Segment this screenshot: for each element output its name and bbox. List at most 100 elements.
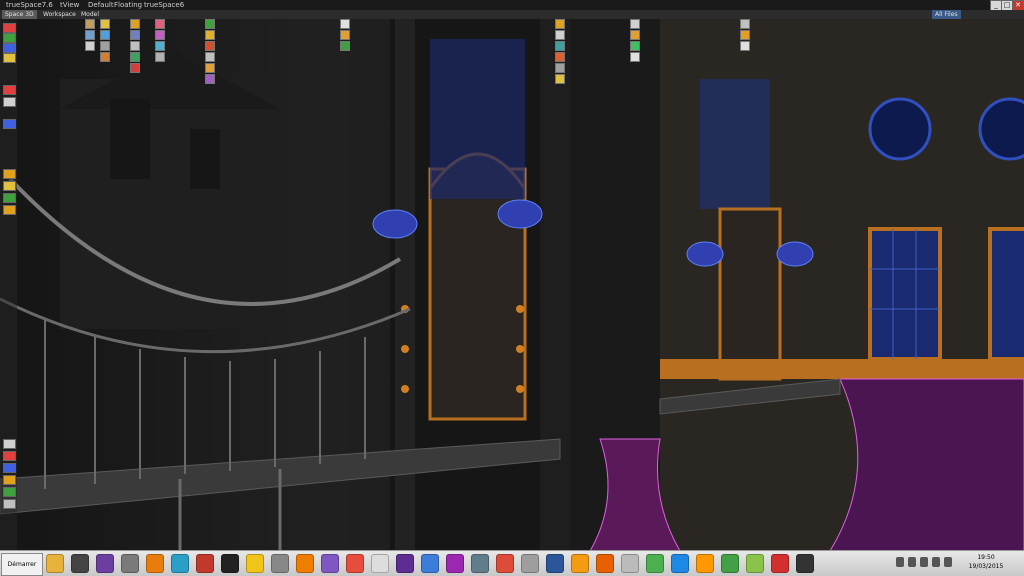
tool-icon[interactable] — [100, 19, 110, 29]
tool-icon[interactable] — [130, 52, 140, 62]
tool-icon[interactable] — [630, 52, 640, 62]
tool-icon[interactable] — [555, 19, 565, 29]
truespace-icon[interactable] — [96, 554, 114, 573]
tool-icon[interactable] — [3, 119, 16, 129]
frog-icon[interactable] — [746, 554, 764, 573]
tool-icon[interactable] — [85, 19, 95, 29]
tool-icon[interactable] — [155, 19, 165, 29]
chrome-icon[interactable] — [496, 554, 514, 573]
tray-icon[interactable] — [908, 557, 916, 567]
menu-tview[interactable]: tView — [56, 0, 79, 10]
network-icon[interactable] — [121, 554, 139, 573]
toolbar-strip-1[interactable] — [85, 19, 96, 52]
tool-icon[interactable] — [555, 41, 565, 51]
tool-icon[interactable] — [555, 74, 565, 84]
tool-icon[interactable] — [130, 19, 140, 29]
tool-icon[interactable] — [3, 499, 16, 509]
tool-icon[interactable] — [85, 41, 95, 51]
bulb-icon[interactable] — [246, 554, 264, 573]
tool-icon[interactable] — [100, 52, 110, 62]
tool-icon[interactable] — [340, 19, 350, 29]
tab-space3d[interactable]: Space 3D — [2, 10, 37, 19]
tool-icon[interactable] — [3, 181, 16, 191]
tool-icon[interactable] — [205, 63, 215, 73]
logo-icon[interactable] — [796, 554, 814, 573]
tool-icon[interactable] — [3, 475, 16, 485]
toolbar-strip-7[interactable] — [555, 19, 566, 85]
tool-icon[interactable] — [155, 41, 165, 51]
tool-icon[interactable] — [100, 30, 110, 40]
circle-icon[interactable] — [221, 554, 239, 573]
menu-floating[interactable]: Floating — [110, 0, 142, 10]
tool-icon[interactable] — [3, 33, 16, 43]
ball-icon[interactable] — [696, 554, 714, 573]
tool-icon[interactable] — [740, 41, 750, 51]
grid-icon[interactable] — [471, 554, 489, 573]
tool-icon[interactable] — [3, 439, 16, 449]
tool-icon[interactable] — [205, 30, 215, 40]
toolbar-strip-6[interactable] — [340, 19, 351, 52]
tool-icon[interactable] — [100, 41, 110, 51]
toolbar-strip-2[interactable] — [100, 19, 111, 63]
tool-icon[interactable] — [205, 52, 215, 62]
firefox-icon[interactable] — [596, 554, 614, 573]
toolbar-strip-5[interactable] — [205, 19, 216, 85]
orange-icon[interactable] — [571, 554, 589, 573]
acrobat-icon[interactable] — [196, 554, 214, 573]
volume-icon[interactable] — [932, 557, 940, 567]
tool-icon[interactable] — [3, 53, 16, 63]
tool-icon[interactable] — [3, 193, 16, 203]
viewport-3d[interactable] — [0, 19, 1024, 551]
tool-icon[interactable] — [630, 19, 640, 29]
tool-icon[interactable] — [740, 30, 750, 40]
tool-icon[interactable] — [3, 23, 16, 33]
record-icon[interactable] — [3, 85, 16, 95]
tab-workspace[interactable]: Workspace — [40, 10, 79, 19]
start-button[interactable]: Démarrer — [1, 553, 43, 576]
earth-icon[interactable] — [646, 554, 664, 573]
word-icon[interactable] — [546, 554, 564, 573]
tool-icon[interactable] — [555, 30, 565, 40]
tray-icon[interactable] — [920, 557, 928, 567]
cube-icon[interactable] — [271, 554, 289, 573]
explorer-icon[interactable] — [46, 554, 64, 573]
toolbar-strip-3[interactable] — [130, 19, 141, 74]
tool-icon[interactable] — [3, 451, 16, 461]
plant-icon[interactable] — [721, 554, 739, 573]
tool-icon[interactable] — [155, 30, 165, 40]
blender-icon[interactable] — [146, 554, 164, 573]
box-icon[interactable] — [521, 554, 539, 573]
tool-icon[interactable] — [740, 19, 750, 29]
tool-icon[interactable] — [130, 63, 140, 73]
tool-icon[interactable] — [630, 41, 640, 51]
tool-icon[interactable] — [85, 30, 95, 40]
tool-icon[interactable] — [555, 63, 565, 73]
media-icon[interactable] — [71, 554, 89, 573]
tool-icon[interactable] — [130, 30, 140, 40]
ie-icon[interactable] — [671, 554, 689, 573]
tool-icon[interactable] — [205, 74, 215, 84]
tab-model[interactable]: Model — [78, 10, 102, 19]
globe-icon[interactable] — [421, 554, 439, 573]
toolbar-strip-8[interactable] — [630, 19, 641, 63]
tool-icon[interactable] — [205, 19, 215, 29]
tool-icon[interactable] — [155, 52, 165, 62]
blank-icon[interactable] — [371, 554, 389, 573]
tool-icon[interactable] — [3, 463, 16, 473]
toolbar-strip-4[interactable] — [155, 19, 166, 63]
menu-truespace6[interactable]: trueSpace6 — [140, 0, 184, 10]
shapes-icon[interactable] — [621, 554, 639, 573]
tool-icon[interactable] — [3, 43, 16, 53]
paint-icon[interactable] — [346, 554, 364, 573]
tool-icon[interactable] — [555, 52, 565, 62]
illustrator-icon[interactable] — [296, 554, 314, 573]
gear-icon[interactable] — [171, 554, 189, 573]
pdf-icon[interactable] — [771, 554, 789, 573]
tool-icon[interactable] — [130, 41, 140, 51]
tray-icon[interactable] — [896, 557, 904, 567]
tool-icon[interactable] — [3, 487, 16, 497]
ps-icon[interactable] — [396, 554, 414, 573]
folder-icon[interactable] — [321, 554, 339, 573]
tool-icon[interactable] — [340, 41, 350, 51]
tool-icon[interactable] — [3, 205, 16, 215]
